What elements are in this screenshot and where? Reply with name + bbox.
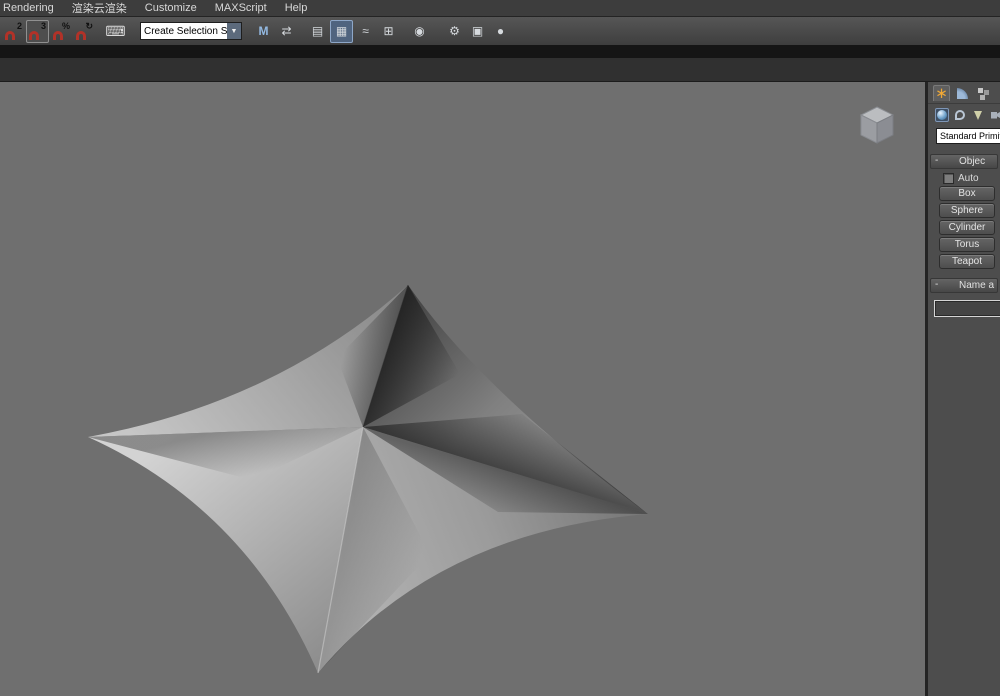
toolbar-lower-strip [0,45,1000,58]
lights-category-icon [974,111,982,120]
curved-surface-object[interactable] [0,82,925,696]
named-selection-set-combo[interactable]: Create Selection Se ▼ [140,22,242,40]
curve-editor-icon[interactable]: ≈ [355,21,376,42]
torus-button[interactable]: Torus [939,237,995,252]
rendered-frame-icon[interactable]: ▣ [467,21,488,42]
viewcube-icon[interactable] [858,104,896,146]
name-color-rollout-header[interactable]: - Name a [930,278,998,293]
3ds-max-window: Rendering 渲染云渲染 Customize MAXScript Help… [0,0,1000,696]
hierarchy-tab[interactable] [975,85,992,101]
main-area: ∗ [0,82,1000,696]
sphere-button[interactable]: Sphere [939,203,995,218]
autogrid-row: Auto [943,173,1000,184]
command-panel: ∗ [925,82,1000,696]
autogrid-label: Auto [958,173,979,184]
viewport-header-strip [0,58,1000,82]
shapes-category-icon [955,110,965,120]
box-button[interactable]: Box [939,186,995,201]
menu-cloud-render[interactable]: 渲染云渲染 [63,0,136,16]
main-toolbar: 2 3 % ↻ ⌨ Create Selection Se ▼ M ⇄ ▤ ▦ … [0,17,1000,45]
perspective-viewport[interactable] [0,82,925,696]
rollout-title: Name a [959,280,994,291]
modify-tab-icon [957,88,968,99]
teapot-button[interactable]: Teapot [939,254,995,269]
render-setup-icon[interactable]: ⚙ [444,21,465,42]
combo-dropdown-arrow-icon[interactable]: ▼ [227,23,241,39]
hierarchy-tab-icon [978,88,983,93]
object-type-rollout-header[interactable]: - Objec [930,154,998,169]
autogrid-checkbox[interactable] [943,173,954,184]
percent-snap-icon[interactable]: % [51,21,72,42]
align-icon[interactable]: ⇄ [276,21,297,42]
menu-help[interactable]: Help [276,0,317,16]
selection-set-value: Create Selection Se [141,26,227,37]
create-tab[interactable]: ∗ [933,85,950,101]
material-editor-icon[interactable]: ◉ [409,21,430,42]
scene-explorer-icon[interactable]: ▦ [330,20,353,43]
spinner-snap-icon[interactable]: ↻ [74,21,95,42]
create-tab-icon: ∗ [935,86,948,101]
lights-category[interactable] [971,108,985,122]
menu-bar: Rendering 渲染云渲染 Customize MAXScript Help [0,0,1000,17]
menu-customize[interactable]: Customize [136,0,206,16]
mirror-icon[interactable]: M [253,21,274,42]
create-categories [928,103,1000,126]
object-class-dropdown[interactable]: Standard Primiti [936,128,1000,144]
modify-tab[interactable] [954,85,971,101]
geometry-category[interactable] [935,108,949,122]
keyboard-override-icon[interactable]: ⌨ [105,21,126,42]
render-production-icon[interactable]: ● [490,21,511,42]
snaps-toggle-3d-icon[interactable]: 3 [26,20,49,43]
shapes-category[interactable] [953,108,967,122]
cameras-category[interactable] [989,108,1000,122]
menu-maxscript[interactable]: MAXScript [206,0,276,16]
cylinder-button[interactable]: Cylinder [939,220,995,235]
collapse-minus-icon: - [935,279,938,291]
collapse-minus-icon: - [935,155,938,167]
rollout-title: Objec [959,156,985,167]
snaps-toggle-2d-icon[interactable]: 2 [3,21,24,42]
cameras-category-icon [991,112,1000,119]
schematic-view-icon[interactable]: ⊞ [378,21,399,42]
object-name-field[interactable] [934,300,1000,317]
menu-rendering[interactable]: Rendering [0,0,63,16]
geometry-category-icon [937,110,947,120]
command-panel-tabs: ∗ [928,82,1000,103]
manage-layers-icon[interactable]: ▤ [307,21,328,42]
